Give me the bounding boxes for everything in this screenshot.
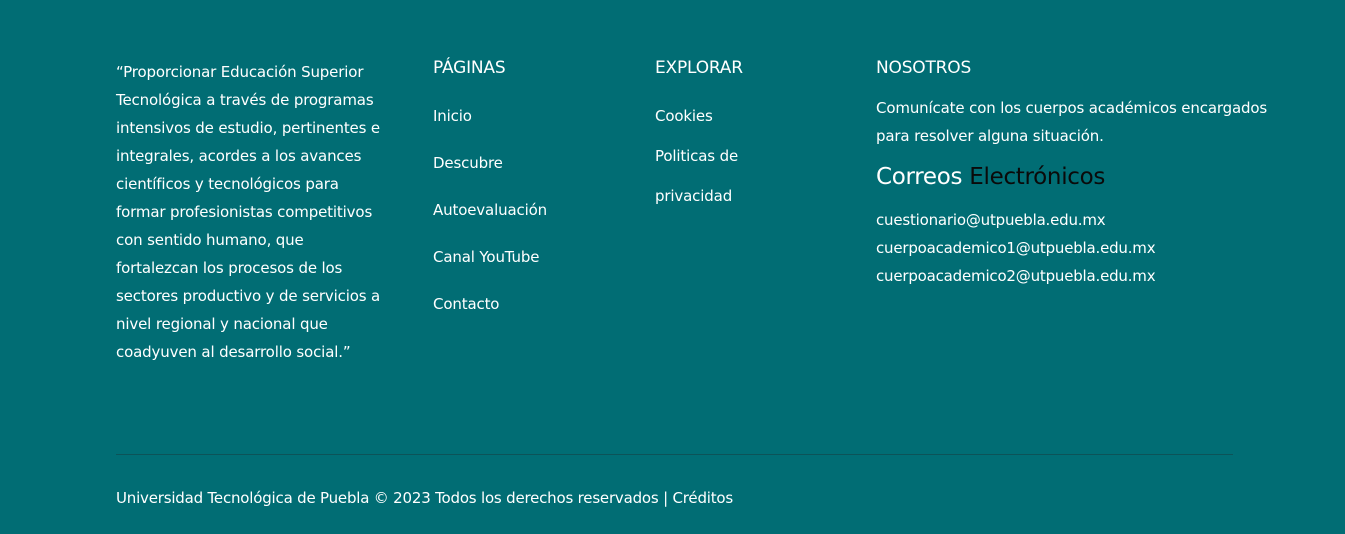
list-item: cuerpoacademico2@utpuebla.edu.mx (876, 262, 1276, 290)
copyright-text: Universidad Tecnológica de Puebla © 2023… (116, 489, 668, 507)
list-item: cuerpoacademico1@utpuebla.edu.mx (876, 234, 1276, 262)
explorar-link-list: Cookies Politicas de privacidad (655, 104, 855, 216)
list-item: Canal YouTube (433, 245, 633, 269)
copyright-bar: Universidad Tecnológica de Puebla © 2023… (116, 486, 733, 510)
link-descubre[interactable]: Descubre (433, 154, 503, 172)
credits-link[interactable]: Créditos (673, 489, 734, 507)
list-item: Contacto (433, 292, 633, 316)
emails-heading-part1: Correos (876, 164, 963, 190)
list-item: Cookies (655, 104, 855, 128)
email-link-cuerpoacademico2[interactable]: cuerpoacademico2@utpuebla.edu.mx (876, 267, 1156, 285)
paginas-link-list: Inicio Descubre Autoevaluación Canal You… (433, 104, 633, 316)
list-item: Autoevaluación (433, 198, 633, 222)
footer-column-paginas: PÁGINAS Inicio Descubre Autoevaluación C… (433, 56, 633, 339)
link-inicio[interactable]: Inicio (433, 107, 472, 125)
list-item: Inicio (433, 104, 633, 128)
link-contacto[interactable]: Contacto (433, 295, 499, 313)
emails-heading: Correos Electrónicos (876, 162, 1276, 192)
link-cookies[interactable]: Cookies (655, 107, 713, 125)
explorar-heading: EXPLORAR (655, 58, 743, 78)
link-canal-youtube[interactable]: Canal YouTube (433, 248, 540, 266)
nosotros-description: Comunícate con los cuerpos académicos en… (876, 99, 1268, 145)
footer-divider (116, 454, 1233, 455)
email-list: cuestionario@utpuebla.edu.mx cuerpoacade… (876, 206, 1276, 290)
email-link-cuestionario[interactable]: cuestionario@utpuebla.edu.mx (876, 211, 1106, 229)
mission-statement: “Proporcionar Educación Superior Tecnoló… (116, 63, 381, 361)
link-politicas-privacidad[interactable]: Politicas de privacidad (655, 147, 738, 205)
site-footer: “Proporcionar Educación Superior Tecnoló… (0, 0, 1345, 534)
nosotros-heading: NOSOTROS (876, 58, 972, 78)
paginas-heading: PÁGINAS (433, 58, 506, 78)
list-item: Politicas de privacidad (655, 136, 765, 216)
link-autoevaluacion[interactable]: Autoevaluación (433, 201, 547, 219)
email-link-cuerpoacademico1[interactable]: cuerpoacademico1@utpuebla.edu.mx (876, 239, 1156, 257)
footer-column-explorar: EXPLORAR Cookies Politicas de privacidad (655, 56, 855, 232)
list-item: cuestionario@utpuebla.edu.mx (876, 206, 1276, 234)
list-item: Descubre (433, 151, 633, 175)
emails-heading-part2: Electrónicos (969, 164, 1106, 190)
footer-column-nosotros: NOSOTROS Comunícate con los cuerpos acad… (876, 56, 1276, 290)
